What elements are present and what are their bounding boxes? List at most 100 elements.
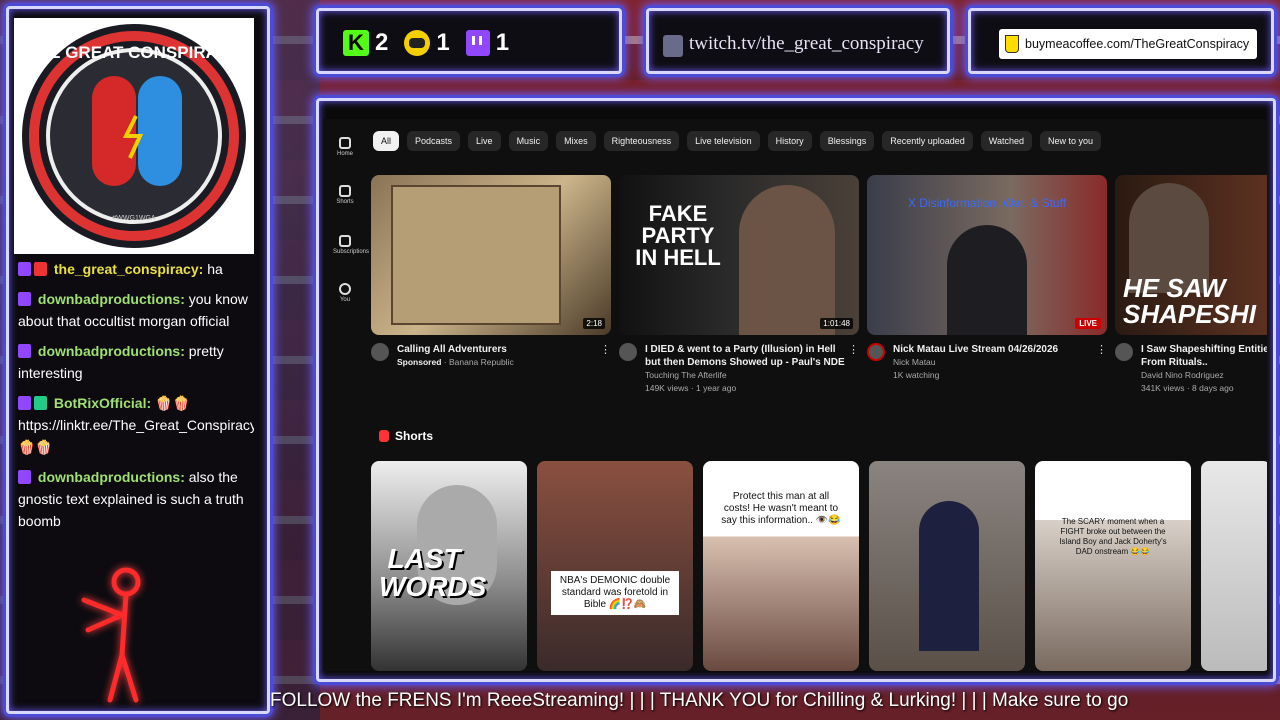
chip-mixes[interactable]: Mixes <box>556 131 596 151</box>
chip-recently-uploaded[interactable]: Recently uploaded <box>882 131 973 151</box>
video-channel[interactable]: Touching The Afterlife <box>645 369 859 382</box>
chip-righteousness[interactable]: Righteousness <box>603 131 680 151</box>
sidebar-item-shorts[interactable]: Shorts <box>333 185 357 205</box>
twitch-badge-icon <box>18 262 31 276</box>
chat-message: downbadproductions: also the gnostic tex… <box>14 464 254 538</box>
chip-live[interactable]: Live <box>468 131 501 151</box>
filter-chips: All Podcasts Live Music Mixes Righteousn… <box>373 131 1101 151</box>
chat-username[interactable]: the_great_conspiracy: <box>54 261 203 277</box>
subscriptions-icon <box>339 235 351 247</box>
chat-username[interactable]: downbadproductions: <box>38 469 185 485</box>
short-card[interactable] <box>1201 461 1267 671</box>
short-card[interactable]: Protect this man at all costs! He wasn't… <box>703 461 859 671</box>
sidebar-item-subscriptions[interactable]: Subscriptions <box>333 235 369 255</box>
user-icon <box>339 283 351 295</box>
short-card[interactable]: LAST WORDS <box>371 461 527 671</box>
youtube-home: Home Shorts Subscriptions You All Podcas… <box>323 119 1267 671</box>
chat-message: BotRixOfficial: 🍿🍿 https://linktr.ee/The… <box>14 390 254 464</box>
chip-blessings[interactable]: Blessings <box>819 131 875 151</box>
shorts-label: Shorts <box>395 429 434 443</box>
short-caption: The SCARY moment when a FIGHT broke out … <box>1059 517 1167 556</box>
home-icon <box>339 137 351 149</box>
video-duration: 1:01:48 <box>820 318 853 329</box>
more-options-icon[interactable]: ⋮ <box>1096 343 1107 356</box>
more-options-icon[interactable]: ⋮ <box>848 343 859 356</box>
video-card[interactable]: X Disinformation, War, & Stuff LIVE Nick… <box>867 175 1107 382</box>
video-thumbnail[interactable]: FAKE PARTY IN HELL 1:01:48 <box>619 175 859 335</box>
bot-badge-icon <box>34 396 47 410</box>
shorts-header: Shorts <box>379 429 433 443</box>
rumble-icon <box>404 30 431 56</box>
logo-subtext: #WWG1WGA <box>112 215 155 222</box>
video-duration: 2:18 <box>583 318 605 329</box>
short-caption: NBA's DEMONIC double standard was foreto… <box>551 571 679 615</box>
video-meta: 149K views · 1 year ago <box>645 383 737 393</box>
chat-message: downbadproductions: pretty interesting <box>14 338 254 390</box>
video-title[interactable]: I Saw Shapeshifting Entities W... Childr… <box>1141 343 1267 369</box>
logo-text: THE GREAT CONSPIRACY <box>26 43 242 62</box>
video-card[interactable]: HE SAW SHAPESHI I Saw Shapeshifting Enti… <box>1115 175 1267 395</box>
shorts-icon <box>379 430 389 442</box>
twitch-icon <box>465 30 490 56</box>
thumbnail-text: HE SAW SHAPESHI <box>1123 273 1256 329</box>
video-meta[interactable]: Banana Republic <box>449 357 514 367</box>
chat-username[interactable]: downbadproductions: <box>38 343 185 359</box>
kick-icon: K <box>343 30 369 56</box>
chip-watched[interactable]: Watched <box>980 131 1032 151</box>
chip-podcasts[interactable]: Podcasts <box>407 131 461 151</box>
thumbnail-text: X Disinformation, War, & Stuff <box>907 196 1067 210</box>
short-card[interactable]: The SCARY moment when a FIGHT broke out … <box>1035 461 1191 671</box>
video-title[interactable]: Nick Matau Live Stream 04/26/2026 <box>893 343 1107 356</box>
video-title[interactable]: Calling All Adventurers <box>397 343 611 356</box>
short-person <box>919 501 979 651</box>
twitch-viewer-count: 1 <box>495 29 510 56</box>
sidebar-item-you[interactable]: You <box>333 283 357 303</box>
chip-live-television[interactable]: Live television <box>687 131 760 151</box>
kick-viewer-count: 2 <box>375 29 389 56</box>
chip-music[interactable]: Music <box>508 131 549 151</box>
rumble-viewer-count: 1 <box>436 29 450 56</box>
chat-text: ha <box>207 261 223 277</box>
youtube-sidebar: Home Shorts Subscriptions You <box>323 119 369 671</box>
video-card[interactable]: 2:18 Calling All Adventurers Sponsored ·… <box>371 175 611 369</box>
coffee-link[interactable]: buymeacoffee.com/TheGreatConspiracy <box>999 29 1257 59</box>
shorts-icon <box>339 185 351 197</box>
scrolling-ticker: FOLLOW the FRENS I'm ReeeStreaming! | | … <box>270 690 1129 711</box>
video-thumbnail[interactable]: X Disinformation, War, & Stuff LIVE <box>867 175 1107 335</box>
coffee-cup-icon <box>1005 35 1019 53</box>
channel-avatar[interactable] <box>371 343 389 361</box>
channel-avatar[interactable] <box>1115 343 1133 361</box>
channel-logo: THE GREAT CONSPIRACY #WWG1WGA <box>14 18 254 254</box>
viewer-stats-bar: K 2 1 1 <box>316 8 622 74</box>
short-card[interactable]: NBA's DEMONIC double standard was foreto… <box>537 461 693 671</box>
twitch-badge-icon <box>18 344 31 358</box>
twitch-badge-icon <box>18 396 31 410</box>
twitch-url-bar: twitch.tv/the_great_conspiracy <box>646 8 950 74</box>
thumbnail-text: FAKE PARTY IN HELL <box>635 201 721 270</box>
twitch-badge-icon <box>18 470 31 484</box>
video-meta: 1K watching <box>893 370 940 380</box>
chat-username[interactable]: downbadproductions: <box>38 291 185 307</box>
thumbnail-book <box>391 185 561 325</box>
short-card[interactable] <box>869 461 1025 671</box>
channel-avatar[interactable] <box>867 343 885 361</box>
chat-username[interactable]: BotRixOfficial: <box>54 395 151 411</box>
twitch-url[interactable]: twitch.tv/the_great_conspiracy <box>689 33 924 55</box>
chat-message: downbadproductions: you know about that … <box>14 286 254 338</box>
channel-avatar[interactable] <box>619 343 637 361</box>
video-channel[interactable]: Nick Matau <box>893 356 1107 369</box>
coffee-url: buymeacoffee.com/TheGreatConspiracy <box>1025 37 1250 51</box>
video-channel[interactable]: David Nino Rodriguez <box>1141 369 1267 382</box>
more-options-icon[interactable]: ⋮ <box>600 343 611 356</box>
thumbnail-person <box>739 185 835 335</box>
chip-history[interactable]: History <box>767 131 812 151</box>
video-card[interactable]: FAKE PARTY IN HELL 1:01:48 I DIED & went… <box>619 175 859 395</box>
video-title[interactable]: I DIED & went to a Party (Illusion) in H… <box>645 343 859 369</box>
browser-capture-frame: Home Shorts Subscriptions You All Podcas… <box>316 98 1276 682</box>
video-channel: Sponsored <box>397 357 442 367</box>
chip-new-to-you[interactable]: New to you <box>1039 131 1101 151</box>
video-thumbnail[interactable]: HE SAW SHAPESHI <box>1115 175 1267 335</box>
video-thumbnail[interactable]: 2:18 <box>371 175 611 335</box>
chip-all[interactable]: All <box>373 131 400 151</box>
sidebar-item-home[interactable]: Home <box>333 137 357 157</box>
